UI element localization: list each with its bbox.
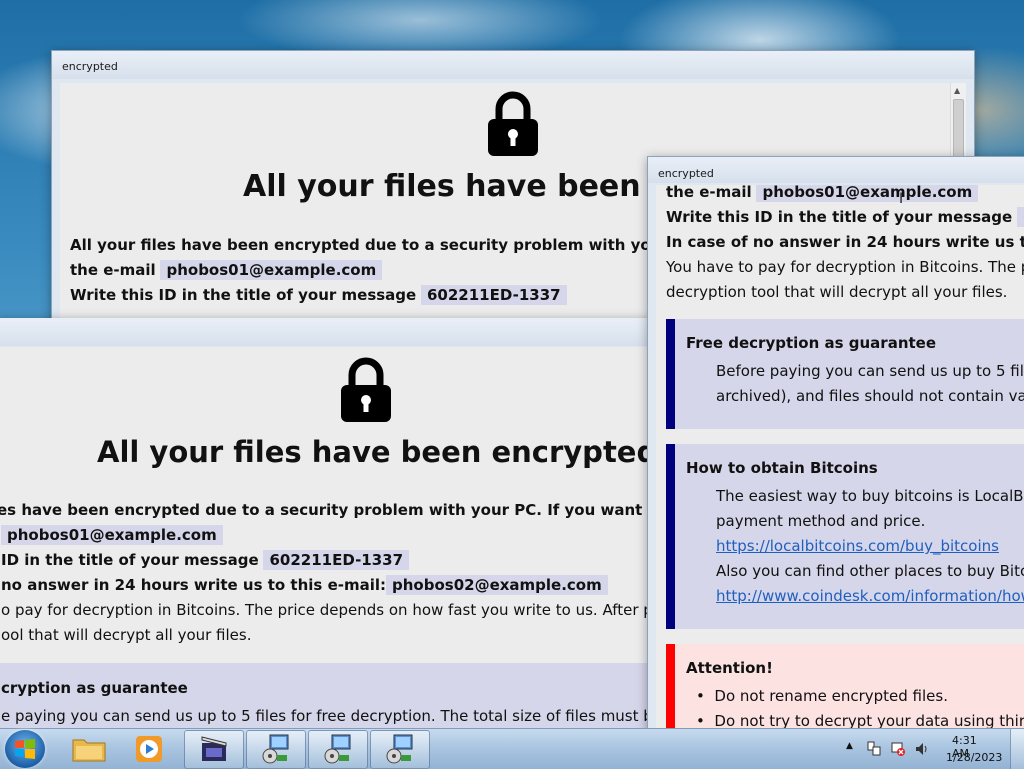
page-heading: All your files have been enc xyxy=(243,169,711,204)
guarantee-box: cryption as guarantee e paying you can s… xyxy=(0,663,657,728)
info-line: All your files have been encrypted due t… xyxy=(70,236,735,254)
padlock-icon xyxy=(488,91,538,156)
email-label: the e-mail xyxy=(666,185,752,201)
email-label: the e-mail xyxy=(70,261,156,279)
window-title: encrypted xyxy=(52,51,974,79)
bitcoins-title: How to obtain Bitcoins xyxy=(686,459,878,477)
contact-label: no answer in 24 hours write us to this e… xyxy=(1,576,386,594)
taskbar: ▲ 4:31 AM 1/28/2023 xyxy=(0,728,1024,769)
network-computer-icon xyxy=(262,734,289,764)
coindesk-link-line: http://www.coindesk.com/information/how-… xyxy=(716,584,1024,609)
payment-line-2: decryption tool that will decrypt all yo… xyxy=(666,283,1008,301)
id-line: Write this ID in the title of your messa… xyxy=(70,283,567,308)
id-line: Write this ID in the title of your messa… xyxy=(666,205,1024,230)
network-computer-icon xyxy=(324,734,351,764)
attention-box: Attention! • Do not rename encrypted fil… xyxy=(666,644,1024,728)
email-line: the e-mail phobos01@example.com xyxy=(666,185,979,205)
network-app-button-3[interactable] xyxy=(370,730,430,769)
email-line: the e-mail phobos01@example.com xyxy=(70,258,383,283)
guarantee-box: Free decryption as guarantee Before payi… xyxy=(666,319,1024,429)
bitcoins-text-1: The easiest way to buy bitcoins is Local… xyxy=(716,487,1024,505)
network-status-icon[interactable] xyxy=(890,741,906,757)
guarantee-text-2: archived), and files should not contain … xyxy=(716,387,1024,405)
scrollbar-thumb[interactable] xyxy=(953,99,964,161)
guarantee-title: cryption as guarantee xyxy=(1,679,188,697)
email-address: phobos01@example.com xyxy=(756,185,979,202)
attention-text-2: Do not try to decrypt your data using th… xyxy=(714,712,1024,728)
attention-text-1: Do not rename encrypted files. xyxy=(714,687,948,705)
notification-area: ▲ 4:31 AM 1/28/2023 xyxy=(840,729,1002,769)
text-cursor-icon: I xyxy=(899,191,904,207)
contact-line: In case of no answer in 24 hours write u… xyxy=(666,233,1024,251)
id-label: Write this ID in the title of your messa… xyxy=(70,286,417,304)
media-player-button[interactable] xyxy=(120,730,178,767)
explorer-button[interactable] xyxy=(60,730,118,767)
localbitcoins-link[interactable]: https://localbitcoins.com/buy_bitcoins xyxy=(716,537,999,555)
bitcoins-text-3: Also you can find other places to buy Bi… xyxy=(716,562,1024,580)
start-button[interactable] xyxy=(5,730,45,768)
guarantee-text: e paying you can send us up to 5 files f… xyxy=(1,707,657,725)
network-app-button-2[interactable] xyxy=(308,730,368,769)
contact-line: no answer in 24 hours write us to this e… xyxy=(1,573,608,598)
guarantee-bar xyxy=(666,319,675,429)
scroll-up-arrow-icon[interactable]: ▲ xyxy=(954,86,960,95)
page-heading: All your files have been encrypted! xyxy=(97,435,657,469)
id-label: Write this ID in the title of your messa… xyxy=(666,208,1013,226)
attention-bullet-1: • Do not rename encrypted files. xyxy=(696,687,948,705)
window-titlebar xyxy=(0,318,657,346)
window-content: All your files have been encrypted! es h… xyxy=(0,347,657,728)
attention-bar xyxy=(666,644,675,728)
window-content: the e-mail phobos01@example.com Write th… xyxy=(656,185,1024,728)
bitcoins-text-2: payment method and price. xyxy=(716,512,926,530)
clapperboard-icon xyxy=(201,736,227,761)
encrypted-window-middle[interactable]: All your files have been encrypted! es h… xyxy=(0,318,658,728)
network-app-button-1[interactable] xyxy=(246,730,306,769)
network-computer-icon xyxy=(386,734,413,764)
id-line: ID in the title of your message 602211ED… xyxy=(1,548,410,573)
folder-icon xyxy=(72,739,106,762)
email-line: phobos01@example.com xyxy=(1,523,223,548)
media-player-icon xyxy=(136,736,162,762)
email-address-2: phobos02@example.com xyxy=(386,575,608,595)
window-title: encrypted xyxy=(648,157,1024,183)
payment-line-2: ool that will decrypt all your files. xyxy=(1,626,252,644)
coindesk-link[interactable]: http://www.coindesk.com/information/how-… xyxy=(716,587,1024,605)
encrypted-window-front[interactable]: encrypted the e-mail phobos01@example.co… xyxy=(647,156,1024,728)
action-center-icon[interactable] xyxy=(866,741,882,757)
guarantee-title: Free decryption as guarantee xyxy=(686,334,937,352)
bitcoins-box: How to obtain Bitcoins The easiest way t… xyxy=(666,444,1024,629)
email-address: phobos01@example.com xyxy=(160,260,383,280)
bitcoins-bar xyxy=(666,444,675,629)
clock-date[interactable]: 1/28/2023 xyxy=(946,751,1002,764)
padlock-icon xyxy=(341,357,391,422)
id-value: 602211ED-1337 xyxy=(263,550,410,570)
windows-logo-icon xyxy=(15,739,35,759)
localbitcoins-link-line: https://localbitcoins.com/buy_bitcoins xyxy=(716,534,999,559)
show-hidden-icons-icon[interactable]: ▲ xyxy=(846,741,853,751)
payment-line: o pay for decryption in Bitcoins. The pr… xyxy=(1,601,657,619)
payment-line: You have to pay for decryption in Bitcoi… xyxy=(666,258,1024,276)
show-desktop-button[interactable] xyxy=(1010,729,1024,769)
desktop: encrypted All your files have been enc A… xyxy=(0,0,1024,728)
attention-bullet-2: • Do not try to decrypt your data using … xyxy=(696,709,1024,728)
info-line: es have been encrypted due to a security… xyxy=(0,501,657,519)
volume-icon[interactable] xyxy=(914,741,930,757)
attention-title: Attention! xyxy=(686,659,773,677)
email-address: phobos01@example.com xyxy=(1,525,223,545)
video-app-button[interactable] xyxy=(184,730,244,769)
guarantee-text-1: Before paying you can send us up to 5 fi… xyxy=(716,362,1024,380)
id-value: 60221 xyxy=(1017,207,1024,227)
id-value: 602211ED-1337 xyxy=(421,285,567,305)
id-label: ID in the title of your message xyxy=(1,551,259,569)
